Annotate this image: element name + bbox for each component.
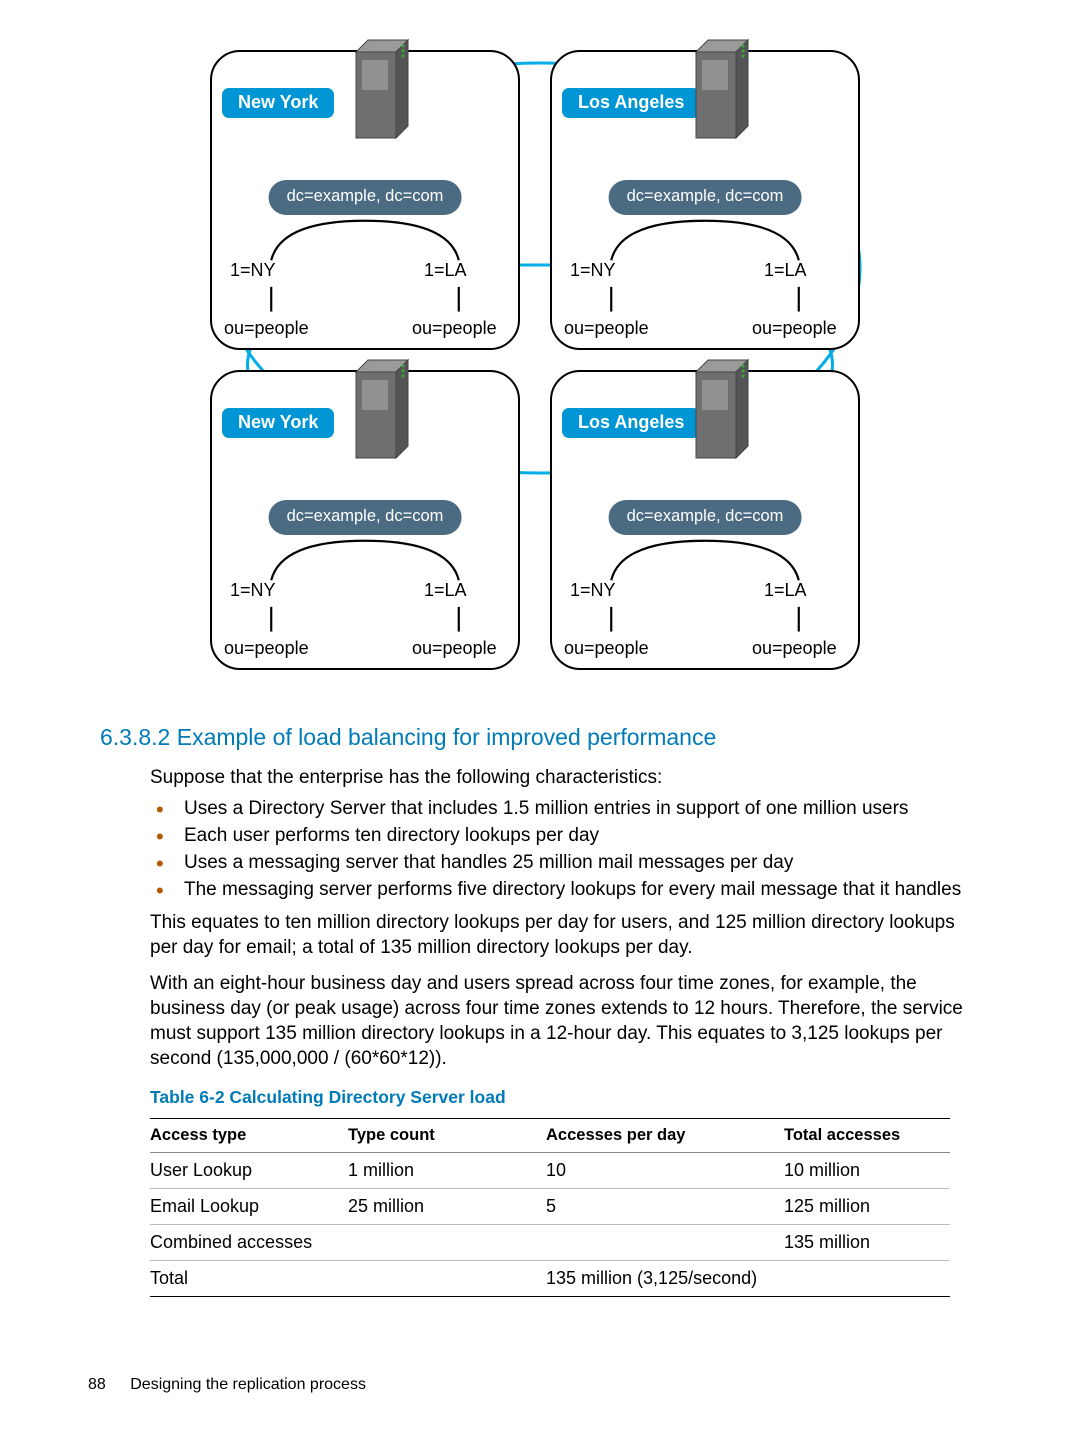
server-icon	[690, 34, 754, 144]
server-icon	[350, 354, 414, 464]
list-item: Uses a messaging server that handles 25 …	[150, 850, 980, 875]
ou-left-label: ou=people	[224, 318, 309, 339]
cell: 10	[546, 1152, 784, 1188]
ou-right-label: ou=people	[412, 318, 497, 339]
branch-right-label: 1=LA	[764, 580, 807, 601]
intro-paragraph: Suppose that the enterprise has the foll…	[150, 765, 980, 790]
th-accesses-day: Accesses per day	[546, 1118, 784, 1152]
load-table: Access type Type count Accesses per day …	[150, 1118, 950, 1297]
cell	[784, 1260, 950, 1296]
list-item: Uses a Directory Server that includes 1.…	[150, 796, 980, 821]
replication-diagram: New York dc=example, dc=com	[210, 50, 870, 690]
server-label: New York	[222, 408, 334, 438]
summary-paragraph-2: With an eight-hour business day and user…	[150, 971, 980, 1071]
ou-right-label: ou=people	[752, 638, 837, 659]
server-box-top-left: New York dc=example, dc=com	[210, 50, 520, 350]
cell	[348, 1224, 546, 1260]
server-label: Los Angeles	[562, 408, 700, 438]
list-item: The messaging server performs five direc…	[150, 877, 980, 902]
server-icon	[350, 34, 414, 144]
ou-right-label: ou=people	[752, 318, 837, 339]
cell: 1 million	[348, 1152, 546, 1188]
footer-title: Designing the replication process	[130, 1376, 366, 1393]
cell: Email Lookup	[150, 1188, 348, 1224]
server-label: Los Angeles	[562, 88, 700, 118]
branch-left-label: 1=NY	[230, 580, 276, 601]
branch-left-label: 1=NY	[570, 580, 616, 601]
branch-left-label: 1=NY	[570, 260, 616, 281]
branch-right-label: 1=LA	[764, 260, 807, 281]
cell	[348, 1260, 546, 1296]
list-item: Each user performs ten directory lookups…	[150, 823, 980, 848]
page-number: 88	[88, 1376, 106, 1393]
cell: 135 million	[784, 1224, 950, 1260]
characteristics-list: Uses a Directory Server that includes 1.…	[150, 796, 980, 902]
branch-right-label: 1=LA	[424, 580, 467, 601]
table-row: Email Lookup 25 million 5 125 million	[150, 1188, 950, 1224]
dc-pill: dc=example, dc=com	[269, 500, 462, 535]
dc-pill: dc=example, dc=com	[269, 180, 462, 215]
branch-left-label: 1=NY	[230, 260, 276, 281]
server-box-bottom-right: Los Angeles dc=example, dc=com	[550, 370, 860, 670]
server-box-top-right: Los Angeles dc=example, dc=com	[550, 50, 860, 350]
cell: User Lookup	[150, 1152, 348, 1188]
section-heading: 6.3.8.2 Example of load balancing for im…	[100, 724, 980, 751]
table-row: User Lookup 1 million 10 10 million	[150, 1152, 950, 1188]
cell	[546, 1224, 784, 1260]
cell: 5	[546, 1188, 784, 1224]
cell: 125 million	[784, 1188, 950, 1224]
table-row: Total 135 million (3,125/second)	[150, 1260, 950, 1296]
table-row: Combined accesses 135 million	[150, 1224, 950, 1260]
table-caption: Table 6-2 Calculating Directory Server l…	[150, 1087, 980, 1108]
dc-pill: dc=example, dc=com	[609, 500, 802, 535]
branch-right-label: 1=LA	[424, 260, 467, 281]
th-total-accesses: Total accesses	[784, 1118, 950, 1152]
cell: Total	[150, 1260, 348, 1296]
page-footer: 88 Designing the replication process	[88, 1376, 366, 1394]
cell: Combined accesses	[150, 1224, 348, 1260]
ou-left-label: ou=people	[224, 638, 309, 659]
server-label: New York	[222, 88, 334, 118]
ou-left-label: ou=people	[564, 318, 649, 339]
th-access-type: Access type	[150, 1118, 348, 1152]
summary-paragraph-1: This equates to ten million directory lo…	[150, 910, 980, 960]
ou-right-label: ou=people	[412, 638, 497, 659]
ou-left-label: ou=people	[564, 638, 649, 659]
cell: 10 million	[784, 1152, 950, 1188]
cell: 135 million (3,125/second)	[546, 1260, 784, 1296]
dc-pill: dc=example, dc=com	[609, 180, 802, 215]
document-page: New York dc=example, dc=com	[0, 0, 1080, 1438]
cell: 25 million	[348, 1188, 546, 1224]
table-header-row: Access type Type count Accesses per day …	[150, 1118, 950, 1152]
th-type-count: Type count	[348, 1118, 546, 1152]
server-box-bottom-left: New York dc=example, dc=com	[210, 370, 520, 670]
server-icon	[690, 354, 754, 464]
